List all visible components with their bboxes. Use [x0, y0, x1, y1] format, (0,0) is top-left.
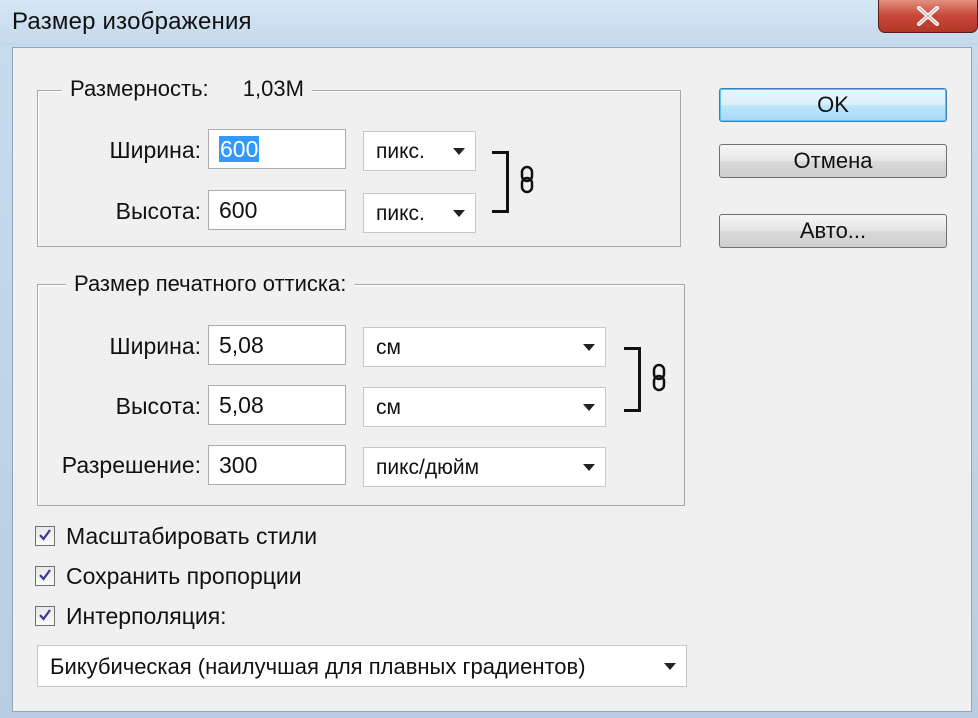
resample-label: Интерполяция: [66, 603, 227, 629]
pixel-width-input[interactable]: 600 [208, 129, 346, 169]
chevron-down-icon [664, 663, 676, 670]
pixel-width-unit: пикс. [376, 140, 425, 163]
cancel-button[interactable]: Отмена [719, 144, 947, 178]
resample-checkbox[interactable] [35, 606, 55, 626]
ok-button[interactable]: OK [719, 88, 947, 122]
auto-button[interactable]: Авто... [719, 214, 947, 248]
chevron-down-icon [453, 148, 465, 155]
pixel-width-value: 600 [219, 136, 260, 162]
doc-height-unit: см [376, 396, 401, 419]
pixel-link-bracket [492, 151, 509, 213]
constrain-proportions-checkbox[interactable] [35, 566, 55, 586]
resolution-label: Разрешение: [61, 452, 201, 478]
chain-link-icon [520, 165, 534, 194]
pixel-dimensions-label: Размерность: [70, 76, 209, 101]
doc-width-unit: см [376, 336, 401, 359]
chevron-down-icon [453, 210, 465, 217]
checkmark-icon [39, 569, 51, 581]
scale-styles-checkbox[interactable] [35, 526, 55, 546]
pixel-height-value: 600 [219, 197, 258, 223]
resolution-input[interactable]: 300 [208, 445, 346, 485]
chevron-down-icon [583, 344, 595, 351]
pixel-dimensions-size: 1,03M [242, 76, 304, 101]
chain-link-icon [652, 363, 666, 392]
checkmark-icon [39, 609, 51, 621]
dialog-title: Размер изображения [12, 8, 252, 35]
pixel-dimensions-legend: Размерность: 1,03M [62, 76, 312, 102]
pixel-width-unit-select[interactable]: пикс. [363, 131, 476, 171]
doc-height-input[interactable]: 5,08 [208, 385, 346, 425]
resample-method-value: Бикубическая (наилучшая для плавных град… [50, 654, 586, 679]
resolution-unit: пикс/дюйм [376, 456, 480, 479]
doc-height-label: Высота: [115, 393, 201, 419]
doc-height-unit-select[interactable]: см [363, 387, 606, 427]
resample-method-select[interactable]: Бикубическая (наилучшая для плавных град… [37, 645, 687, 687]
image-size-dialog: Размер изображения Размерность: 1,03M Ши… [0, 0, 978, 718]
pixel-height-label: Высота: [115, 198, 201, 224]
chevron-down-icon [583, 464, 595, 471]
pixel-width-label: Ширина: [109, 137, 201, 163]
close-button[interactable] [878, 0, 978, 33]
doc-width-label: Ширина: [109, 333, 201, 359]
resolution-unit-select[interactable]: пикс/дюйм [363, 447, 606, 487]
scale-styles-label: Масштабировать стили [66, 523, 318, 549]
title-bar[interactable]: Размер изображения [0, 0, 978, 46]
doc-height-value: 5,08 [219, 392, 264, 418]
document-size-legend: Размер печатного оттиска: [66, 271, 355, 297]
resolution-value: 300 [219, 452, 258, 478]
pixel-height-unit-select[interactable]: пикс. [363, 193, 476, 233]
close-icon [917, 6, 939, 26]
pixel-height-unit: пикс. [376, 202, 425, 225]
doc-width-input[interactable]: 5,08 [208, 325, 346, 365]
chevron-down-icon [583, 404, 595, 411]
doc-width-unit-select[interactable]: см [363, 327, 606, 367]
pixel-height-input[interactable]: 600 [208, 190, 346, 230]
dialog-body: Размерность: 1,03M Ширина: 600 пикс. Выс… [12, 47, 972, 712]
checkmark-icon [39, 529, 51, 541]
constrain-proportions-label: Сохранить пропорции [66, 563, 302, 589]
doc-width-value: 5,08 [219, 332, 264, 358]
document-link-bracket [624, 347, 641, 412]
